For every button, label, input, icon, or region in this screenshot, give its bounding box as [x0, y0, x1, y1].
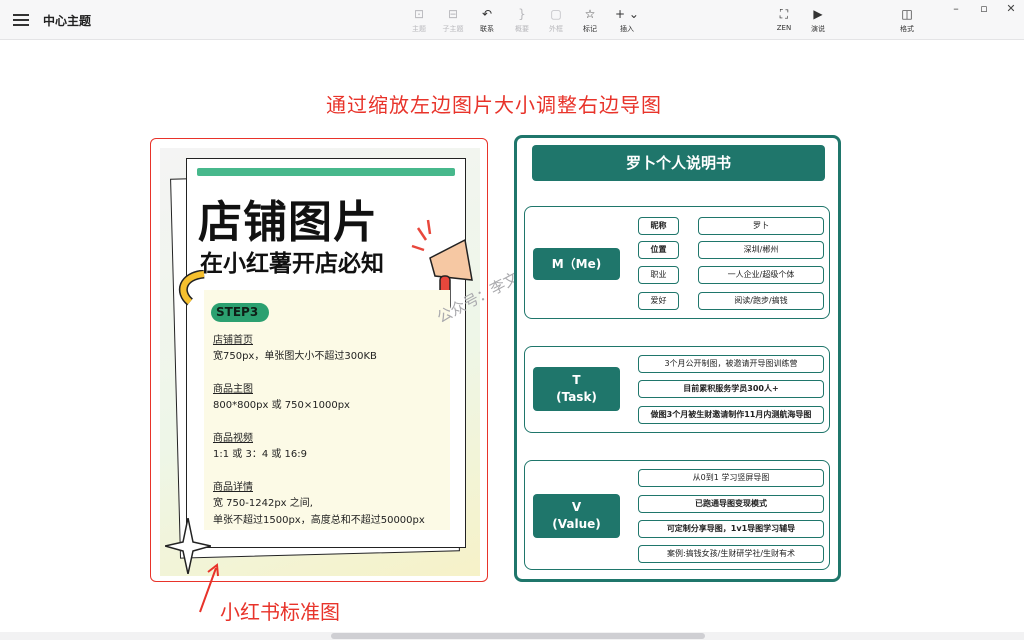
mindmap-leaf-label[interactable]: 职业: [638, 266, 679, 284]
mindmap-leaf[interactable]: 已跑通导图变现模式: [638, 495, 824, 513]
boundary-button[interactable]: ▢ 外框: [539, 6, 573, 36]
image-caption: 小红书标准图: [220, 600, 340, 624]
mindmap-node-task[interactable]: T (Task): [533, 367, 620, 411]
horizontal-scrollbar[interactable]: [0, 632, 1024, 640]
mindmap-leaf-label[interactable]: 昵称: [638, 217, 679, 235]
mindmap-leaf[interactable]: 可定制分享导图，1v1导图学习辅导: [638, 520, 824, 538]
poster-section-heading: 商品主图: [213, 384, 253, 395]
mindmap-title[interactable]: 罗卜个人说明书: [532, 145, 825, 181]
mindmap-leaf-value[interactable]: 深圳/郴州: [698, 241, 824, 259]
poster-section-text: 单张不超过1500px，高度总和不超过50000px: [213, 515, 425, 526]
fullscreen-icon: ⛶: [779, 7, 789, 21]
marker-button[interactable]: ☆ 标记: [573, 6, 607, 36]
poster-section-text: 800*800px 或 750×1000px: [213, 400, 350, 411]
add-subtopic-button[interactable]: ⊟ 子主题: [436, 6, 470, 36]
mindmap-leaf-value[interactable]: 一人企业/超级个体: [698, 266, 824, 284]
poster-section-heading: 商品详情: [213, 482, 253, 493]
relationship-icon: ↶: [481, 7, 493, 21]
mindmap-leaf[interactable]: 3个月公开制图，被邀请开导图训练营: [638, 355, 824, 373]
topic-icon: ⊡: [413, 7, 425, 21]
mindmap-leaf-label[interactable]: 爱好: [638, 292, 679, 310]
star-icon: ☆: [584, 7, 596, 21]
zen-mode-button[interactable]: ⛶ ZEN: [767, 6, 801, 36]
mindmap-node-value[interactable]: V (Value): [533, 494, 620, 538]
summary-icon: }: [518, 7, 526, 21]
minimize-icon[interactable]: –: [946, 2, 966, 16]
canvas-headline: 通过缩放左边图片大小调整右边导图: [326, 93, 662, 117]
mindmap-leaf[interactable]: 案例:搞钱女孩/生财研学社/生财有术: [638, 545, 824, 563]
close-icon[interactable]: ✕: [1001, 2, 1021, 16]
poster-section-heading: 店铺首页: [213, 335, 253, 346]
relationship-button[interactable]: ↶ 联系: [470, 6, 504, 36]
mindmap-leaf[interactable]: 做图3个月被生财邀请制作11月内测航海导图: [638, 406, 824, 424]
mindmap-leaf-label[interactable]: 位置: [638, 241, 679, 259]
maximize-icon[interactable]: ▫: [974, 2, 994, 16]
play-icon: ▶: [813, 7, 823, 21]
mindmap-leaf-value[interactable]: 罗卜: [698, 217, 824, 235]
poster-section-text: 1:1 或 3：4 或 16:9: [213, 449, 307, 460]
poster-title: 店铺图片: [198, 197, 378, 248]
mindmap-leaf[interactable]: 从0到1 学习竖屏导图: [638, 469, 824, 487]
document-title: 中心主题: [43, 14, 92, 28]
step-badge: STEP3: [211, 303, 269, 322]
title-bar: 中心主题 ⊡ 主题 ⊟ 子主题 ↶ 联系 } 概要 ▢ 外框 ☆ 标记 + ⌄ 插入 ⛶ ZEN…: [0, 0, 1024, 40]
present-button[interactable]: ▶ 演说: [801, 6, 835, 36]
poster-section-heading: 商品视频: [213, 433, 253, 444]
hamburger-menu-icon[interactable]: [12, 11, 30, 29]
poster-section-text: 宽750px，单张图大小不超过300KB: [213, 351, 377, 362]
scrollbar-thumb[interactable]: [331, 633, 705, 639]
red-arrow-icon: [199, 563, 219, 613]
insert-button[interactable]: + ⌄ 插入: [610, 6, 644, 36]
plus-chevron-icon: + ⌄: [615, 7, 639, 21]
format-panel-button[interactable]: ◫ 格式: [890, 6, 924, 36]
subtopic-icon: ⊟: [447, 7, 459, 21]
poster-green-bar: [197, 168, 455, 176]
mindmap-leaf[interactable]: 目前累积服务学员300人+: [638, 380, 824, 398]
mindmap-leaf-value[interactable]: 阅读/跑步/搞钱: [698, 292, 824, 310]
poster-subtitle: 在小红薯开店必知: [200, 251, 384, 277]
format-panel-icon: ◫: [901, 7, 913, 21]
boundary-icon: ▢: [550, 7, 562, 21]
poster-section-text: 宽 750-1242px 之间,: [213, 498, 313, 509]
add-topic-button[interactable]: ⊡ 主题: [402, 6, 436, 36]
summary-button[interactable]: } 概要: [505, 6, 539, 36]
mindmap-node-me[interactable]: M（Me): [533, 248, 620, 280]
